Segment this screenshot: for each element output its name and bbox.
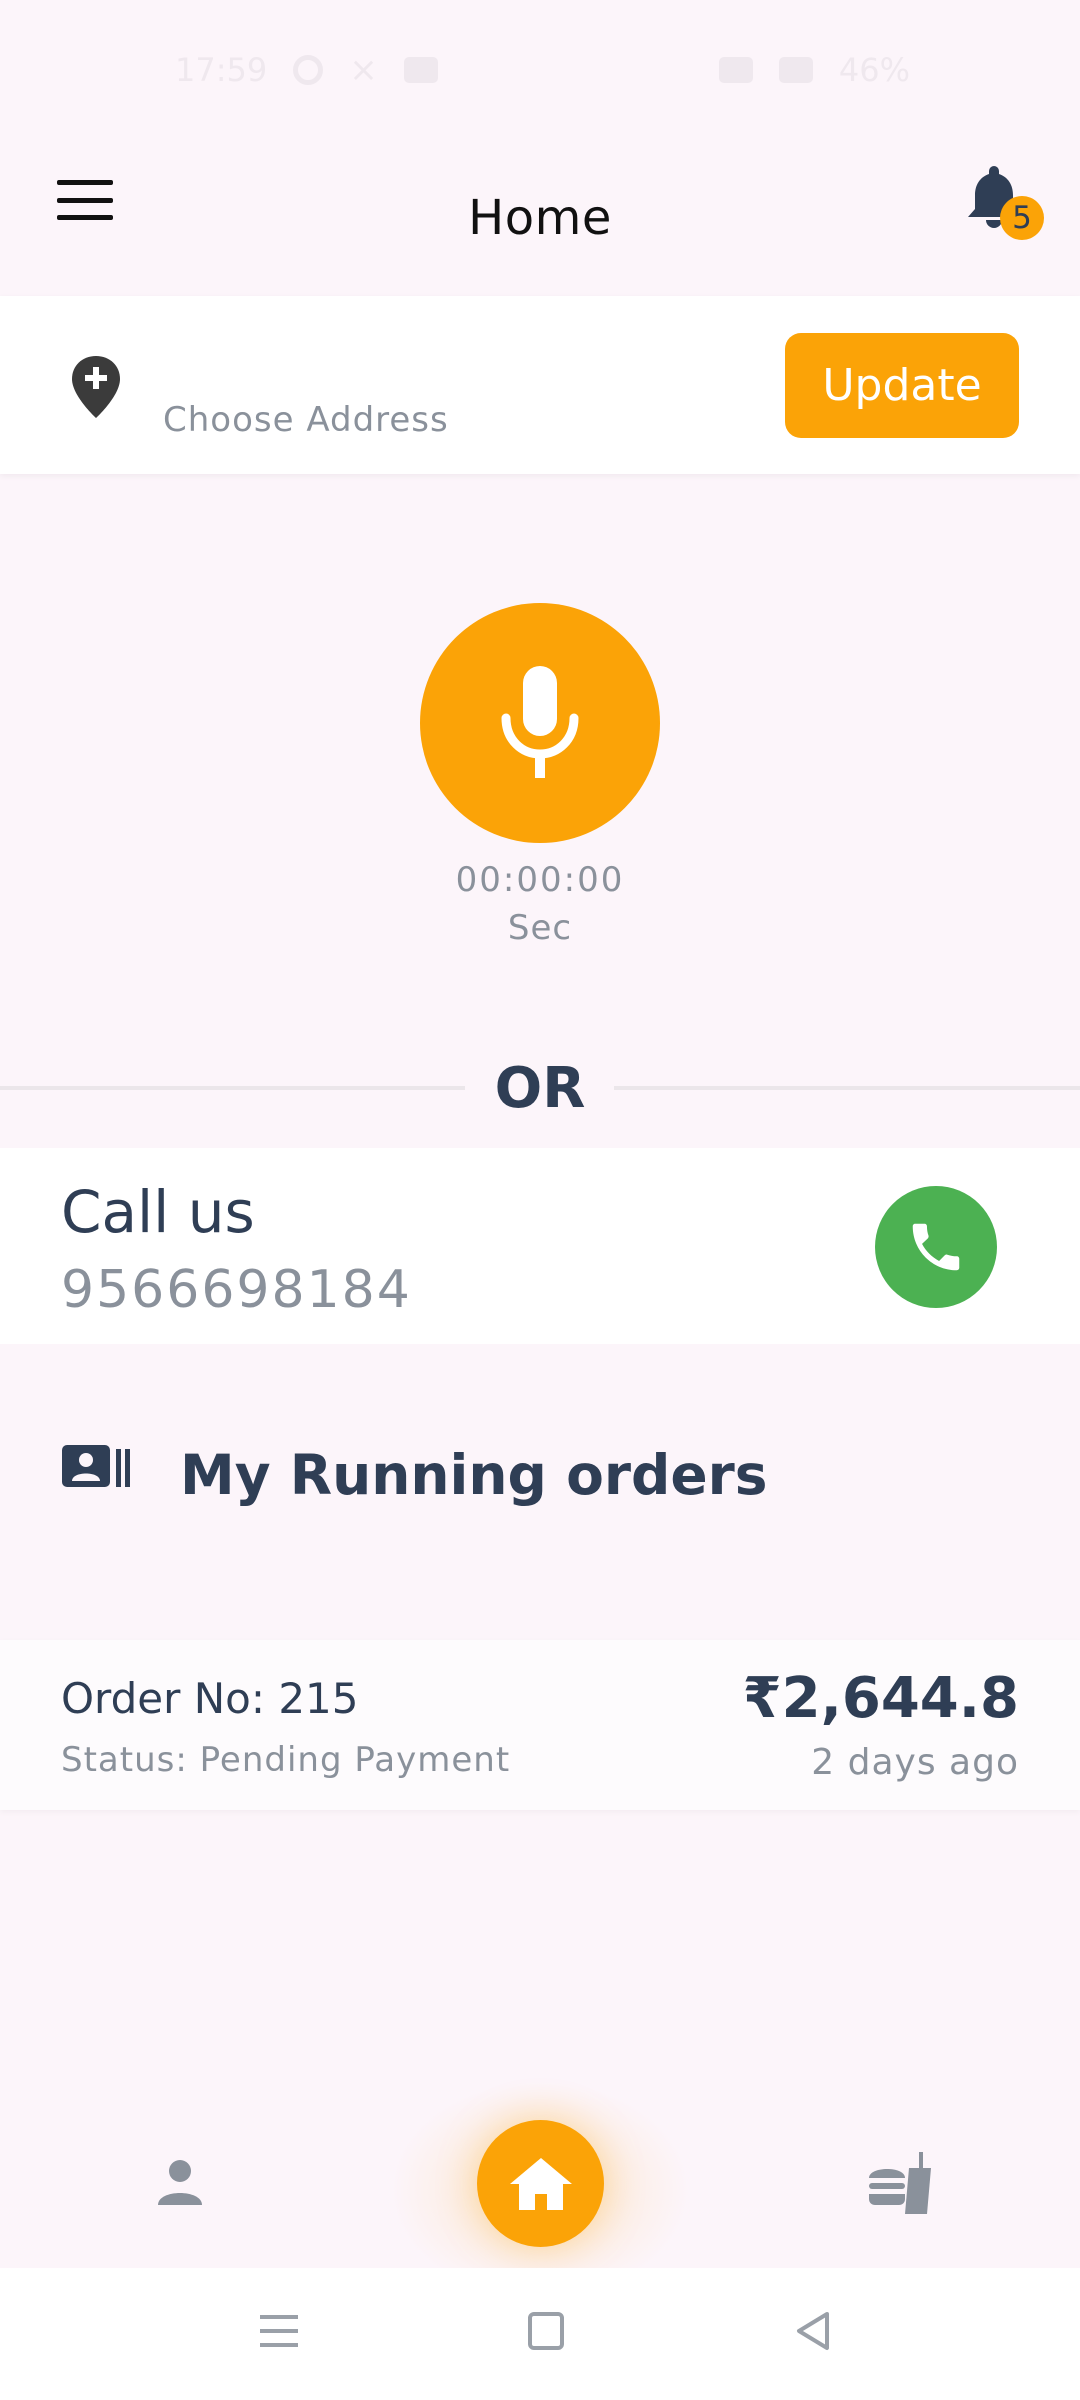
- orders-id-card-icon: [62, 1445, 130, 1487]
- recording-timer: 00:00:00: [455, 860, 625, 900]
- status-x-icon: ×: [349, 50, 378, 90]
- app-header: Home 5: [0, 140, 1080, 295]
- add-location-icon: [70, 354, 122, 420]
- page-title: Home: [468, 189, 612, 246]
- recent-apps-icon[interactable]: [260, 2313, 298, 2349]
- food-icon[interactable]: [865, 2150, 935, 2216]
- update-address-button[interactable]: Update: [785, 333, 1019, 438]
- status-notification-icon: [293, 55, 324, 85]
- running-orders-title: My Running orders: [180, 1443, 768, 1507]
- home-nav-button[interactable]: [477, 2120, 604, 2247]
- system-navigation-bar: [0, 2268, 1080, 2400]
- order-status: Status: Pending Payment: [61, 1740, 511, 1780]
- address-card: Choose Address Update: [0, 296, 1080, 474]
- status-bar-left: 17:59 ×: [175, 50, 438, 90]
- call-us-number: 9566698184: [61, 1260, 412, 1320]
- profile-icon[interactable]: [152, 2155, 208, 2211]
- system-home-icon[interactable]: [528, 2312, 564, 2350]
- call-us-card: Call us 9566698184: [0, 1148, 1080, 1344]
- call-us-title: Call us: [61, 1178, 255, 1246]
- order-time: 2 days ago: [811, 1742, 1019, 1783]
- record-voice-button[interactable]: [420, 603, 660, 843]
- microphone-icon: [501, 666, 579, 778]
- back-icon[interactable]: [795, 2310, 831, 2352]
- phone-icon: [912, 1223, 960, 1271]
- divider-line-right: [614, 1086, 1080, 1090]
- status-bar: 17:59 × 46%: [0, 0, 1080, 140]
- status-battery: 46%: [838, 51, 910, 89]
- choose-address-field[interactable]: Choose Address: [163, 400, 449, 440]
- status-signal-icon: [718, 57, 753, 83]
- home-screen: 17:59 × 46% Home 5 Choose Address Update…: [0, 0, 1080, 2400]
- recording-timer-unit: Sec: [507, 908, 573, 948]
- call-button[interactable]: [875, 1186, 997, 1308]
- running-orders-heading: [60, 1443, 132, 1491]
- home-icon: [509, 2157, 572, 2210]
- order-card[interactable]: Order No: 215 Status: Pending Payment ₹2…: [0, 1640, 1080, 1810]
- order-number: Order No: 215: [61, 1674, 359, 1723]
- status-app-icon: [403, 57, 438, 83]
- status-bar-right: 46%: [718, 51, 910, 89]
- order-amount: ₹2,644.8: [742, 1666, 1019, 1731]
- hamburger-menu-icon[interactable]: [57, 180, 113, 220]
- status-time: 17:59: [175, 51, 268, 89]
- notification-bell-icon[interactable]: 5: [964, 162, 1044, 242]
- status-wifi-icon: [778, 57, 813, 83]
- notification-badge: 5: [1000, 196, 1044, 240]
